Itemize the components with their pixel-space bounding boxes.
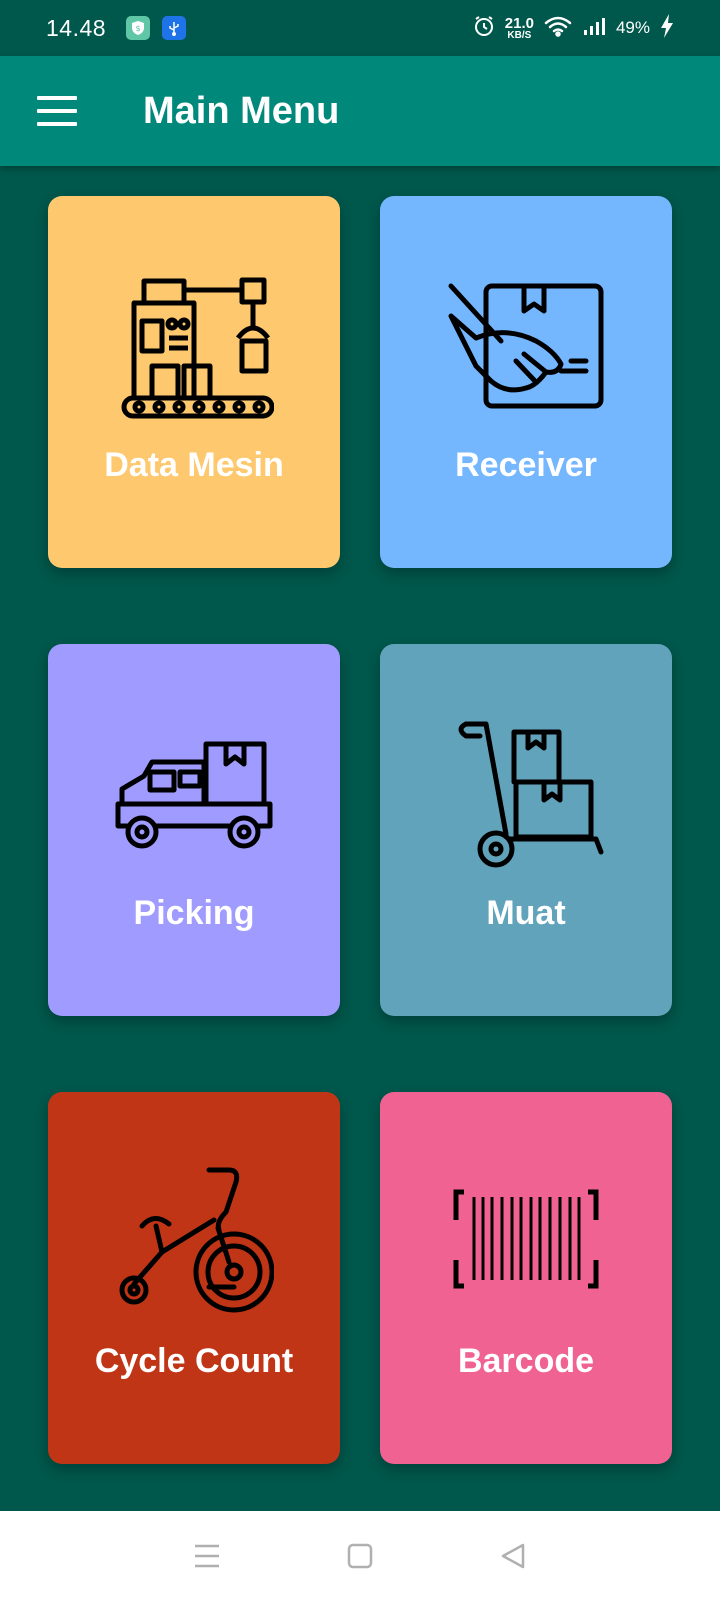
menu-card-label: Barcode	[457, 1342, 595, 1380]
menu-grid: Data Mesin Receiver Picking Muat Cycle C…	[0, 166, 720, 1511]
menu-card-receiver[interactable]: Receiver	[380, 196, 672, 568]
menu-card-picking[interactable]: Picking	[48, 644, 340, 1016]
hand-box-icon	[441, 266, 611, 426]
status-right: 21.0 KB/S 49%	[473, 13, 674, 43]
barcode-scan-icon	[441, 1162, 611, 1322]
menu-card-label: Data Mesin	[104, 446, 284, 484]
net-speed-unit: KB/S	[507, 29, 532, 41]
shield-app-icon: $	[126, 16, 151, 40]
svg-text:$: $	[136, 24, 141, 33]
net-speed-value: 21.0	[504, 14, 534, 32]
back-icon[interactable]	[488, 1531, 538, 1581]
system-nav-bar	[0, 1511, 720, 1600]
hamburger-menu-icon[interactable]	[37, 96, 77, 126]
recents-icon[interactable]	[182, 1531, 232, 1581]
status-left: 14.48 $	[46, 14, 187, 42]
pickup-truck-icon	[109, 714, 279, 874]
menu-card-label: Receiver	[455, 446, 597, 484]
wifi-icon	[544, 15, 572, 42]
menu-card-muat[interactable]: Muat	[380, 644, 672, 1016]
net-speed: 21.0 KB/S	[505, 16, 534, 41]
menu-card-label: Muat	[486, 894, 566, 932]
factory-machine-icon	[109, 266, 279, 426]
charging-icon	[660, 13, 674, 43]
menu-card-barcode[interactable]: Barcode	[380, 1092, 672, 1464]
signal-icon	[582, 15, 606, 42]
menu-card-data-mesin[interactable]: Data Mesin	[48, 196, 340, 568]
alarm-icon	[473, 15, 495, 42]
app-bar: Main Menu	[0, 56, 720, 166]
status-bar: 14.48 $ 21.0 KB/S 49%	[0, 0, 720, 56]
menu-card-cycle-count[interactable]: Cycle Count	[48, 1092, 340, 1464]
usb-icon	[162, 16, 187, 40]
page-title: Main Menu	[143, 89, 340, 132]
battery-percent: 49%	[615, 18, 650, 37]
hand-truck-icon	[441, 714, 611, 874]
tricycle-icon	[109, 1162, 279, 1322]
home-icon[interactable]	[335, 1531, 385, 1581]
menu-card-label: Cycle Count	[94, 1342, 294, 1380]
menu-card-label: Picking	[133, 894, 255, 932]
status-time: 14.48	[46, 14, 107, 41]
